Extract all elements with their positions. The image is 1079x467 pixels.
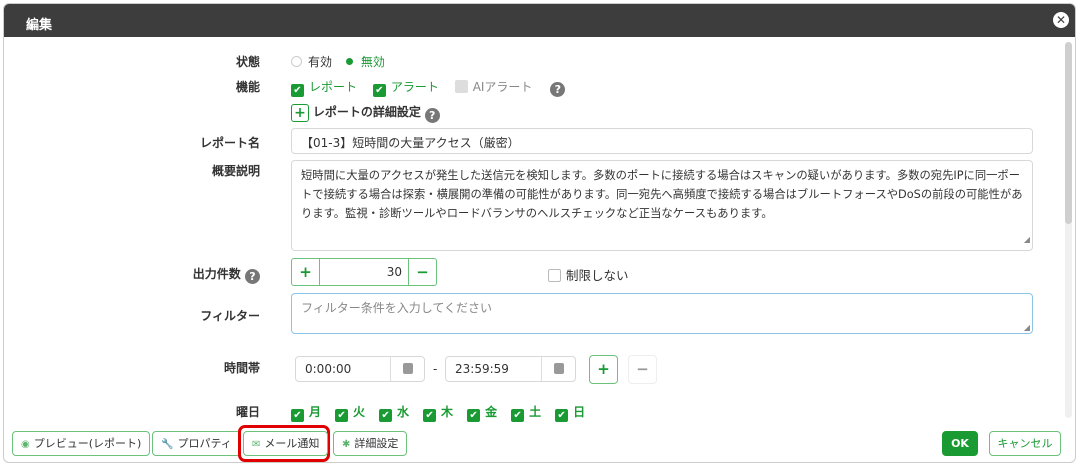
weekday-sat[interactable]: ✔ 土 [511,405,541,422]
report-detail-toggle[interactable]: + レポートの詳細設定 ? [291,103,440,123]
weekday-tue[interactable]: ✔ 火 [335,405,365,422]
preview-report-button[interactable]: ◉ プレビュー(レポート) [12,431,151,456]
weekday-thu[interactable]: ✔ 木 [423,405,453,422]
clock-icon[interactable] [541,357,575,381]
checkbox-report[interactable]: ✔ レポート [291,80,357,97]
weekday-fri[interactable]: ✔ 金 [467,405,497,422]
unlimited-checkbox[interactable]: 制限しない [548,265,629,284]
filter-label: フィルター [200,309,260,323]
weekdays-label: 曜日 [235,405,260,419]
radio-disabled[interactable]: 無効 [345,55,385,69]
features-label: 機能 [235,80,260,94]
clock-icon[interactable] [390,357,424,381]
help-icon[interactable]: ? [424,108,440,123]
close-icon[interactable]: ✕ [1053,12,1069,28]
description-textarea[interactable]: 短時間に大量のアクセスが発生した送信元を検知します。多数のポートに接続する場合は… [291,160,1033,251]
properties-button[interactable]: 🔧 プロパティ [152,431,241,456]
scrollbar[interactable] [1065,42,1072,418]
radio-enabled[interactable]: 有効 [291,55,332,69]
increment-button[interactable]: + [292,259,320,285]
time-separator: - [433,362,438,376]
remove-time-range-button[interactable]: − [628,355,657,384]
output-count-input[interactable]: 30 [320,259,408,285]
end-time-input[interactable]: 23:59:59 [445,356,576,382]
output-count-stepper: + 30 − [291,258,437,286]
time-range-label: 時間帯 [223,361,260,375]
plus-icon[interactable]: + [291,104,309,122]
cancel-button[interactable]: キャンセル [989,431,1061,456]
help-icon[interactable]: ? [245,269,260,284]
eye-icon: ◉ [21,439,30,450]
report-name-label: レポート名 [199,136,260,150]
edit-dialog: 編集 ✕ 状態 有効 無効 機能 ✔ レポート ✔ アラート AIアラート ? + … [3,3,1076,463]
ok-button[interactable]: OK [942,431,978,456]
description-label: 概要説明 [211,164,260,178]
help-icon[interactable]: ? [550,82,566,97]
weekday-sun[interactable]: ✔ 日 [555,405,585,422]
mail-notification-button[interactable]: ✉ メール通知 [243,431,329,456]
checkbox-ai-alert: AIアラート [454,80,532,94]
dialog-title: 編集 [26,18,53,33]
add-time-range-button[interactable]: + [589,355,618,384]
report-name-input[interactable]: 【01-3】短時間の大量アクセス（厳密） [291,128,1033,154]
dialog-header: 編集 ✕ [4,4,1075,37]
status-label: 状態 [235,55,260,69]
start-time-input[interactable]: 0:00:00 [295,356,425,382]
weekday-mon[interactable]: ✔ 月 [291,405,321,422]
features-group: ✔ レポート ✔ アラート AIアラート ? [291,78,566,97]
wrench-icon: 🔧 [161,439,174,450]
gear-icon: ✱ [342,439,351,450]
envelope-icon: ✉ [252,439,261,450]
decrement-button[interactable]: − [408,259,436,285]
filter-textarea[interactable]: フィルター条件を入力してください ◢ [291,293,1033,334]
output-count-label: 出力件数 ? [193,265,260,284]
status-radio-group: 有効 無効 [291,53,385,70]
advanced-settings-button[interactable]: ✱ 詳細設定 [333,431,408,456]
weekdays-group: ✔ 月 ✔ 火 ✔ 水 ✔ 木 ✔ 金 ✔ 土 ✔ 日 [291,403,585,422]
weekday-wed[interactable]: ✔ 水 [379,405,409,422]
checkbox-alert[interactable]: ✔ アラート [372,80,439,97]
